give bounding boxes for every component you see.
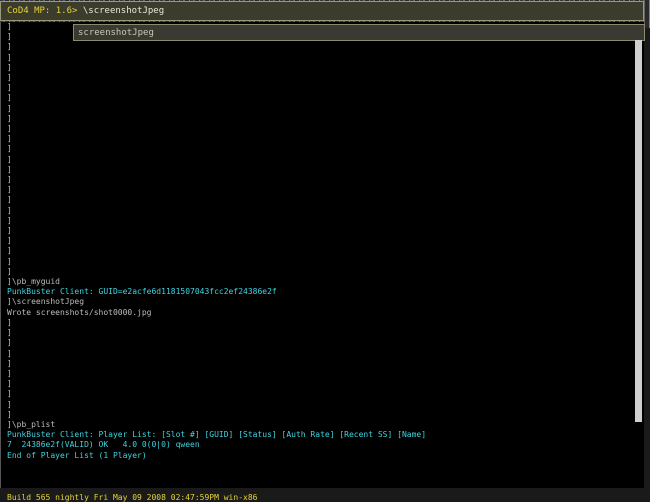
console-line: ] (7, 113, 12, 123)
console-line: ] (7, 236, 12, 246)
console-lines: ]]]]]]]]]]]]]]]]]]]]]]]]]]\pb_myguid Punk… (7, 22, 632, 461)
console-line: ] (7, 124, 12, 134)
console-line: ] (7, 52, 12, 62)
console-line: ] (7, 338, 12, 348)
console-line: 7 24386e2f(VALID) OK 4.0 0(0|0) qween (7, 440, 200, 450)
console-line: ] (7, 73, 12, 83)
console-line: ]\pb_myguid (7, 277, 60, 287)
console-line: PunkBuster Client: GUID=e2acfe6d11815070… (7, 287, 277, 297)
console-line: ] (7, 144, 12, 154)
console-line: ] (7, 42, 12, 52)
console-line: ] (7, 246, 12, 256)
console-line: ] (7, 134, 12, 144)
autocomplete-suggestion[interactable]: screenshotJpeg (78, 28, 154, 38)
console-line: ] (7, 164, 12, 174)
console-line: ] (7, 175, 12, 185)
console-line: ] (7, 215, 12, 225)
console-line: ] (7, 328, 12, 338)
console-line: ] (7, 317, 12, 327)
console-prompt: CoD4 MP: 1.6> (7, 6, 78, 16)
console-line: ]\pb_plist (7, 419, 56, 429)
console-output: ]]]]]]]]]]]]]]]]]]]]]]]]]]\pb_myguid Punk… (0, 22, 644, 502)
console-line: End of Player List (1 Player) (7, 450, 147, 460)
console-line: PunkBuster Client: Player List: [Slot #]… (7, 430, 427, 440)
console-line: ] (7, 266, 12, 276)
console-line: Wrote screenshots/shot0000.jpg (7, 307, 152, 317)
console-line: ] (7, 348, 12, 358)
console-line: ] (7, 358, 12, 368)
console-line: ] (7, 93, 12, 103)
autocomplete-popup[interactable]: screenshotJpeg (73, 24, 645, 41)
console-line: ]\screenshotJpeg (7, 297, 85, 307)
console-line: ] (7, 256, 12, 266)
console-line: ] (7, 185, 12, 195)
console-line: ] (7, 205, 12, 215)
console-line: ] (7, 83, 12, 93)
console-line: ] (7, 368, 12, 378)
console-line: ] (7, 226, 12, 236)
build-info: Build 565 nightly Fri May 09 2008 02:47:… (7, 493, 258, 502)
console-line: ] (7, 62, 12, 72)
console-line: ] (7, 379, 12, 389)
console-line: ] (7, 154, 12, 164)
console-line: ] (7, 389, 12, 399)
console-line: ] (7, 399, 12, 409)
console-input-bar[interactable]: CoD4 MP: 1.6> \screenshotJpeg (0, 1, 644, 21)
console-line: ] (7, 103, 12, 113)
console-line: ] (7, 195, 12, 205)
console-scrollbar[interactable] (635, 40, 642, 422)
scrollbar-thumb[interactable] (635, 40, 642, 422)
console-line: ] (7, 409, 12, 419)
console-command[interactable]: \screenshotJpeg (77, 6, 164, 16)
console-input[interactable]: CoD4 MP: 1.6> \screenshotJpeg (7, 6, 164, 16)
